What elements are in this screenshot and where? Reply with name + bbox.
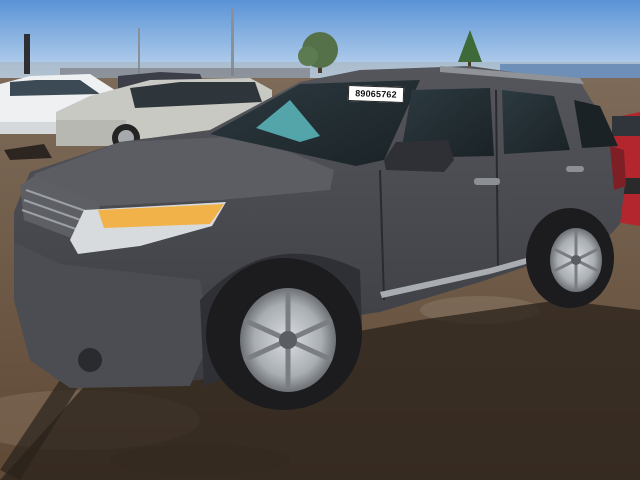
light-pole — [24, 34, 30, 74]
fog-light — [78, 348, 102, 372]
door-handle — [566, 166, 584, 172]
lot-number-sticker: 89065762 — [347, 85, 405, 103]
light-pole — [231, 8, 234, 76]
rear-wheel — [526, 208, 614, 308]
door-handle — [474, 178, 500, 185]
side-mirror — [384, 140, 454, 172]
front-wheel — [206, 258, 362, 410]
photo-scene — [0, 0, 640, 480]
light-pole — [138, 28, 140, 74]
